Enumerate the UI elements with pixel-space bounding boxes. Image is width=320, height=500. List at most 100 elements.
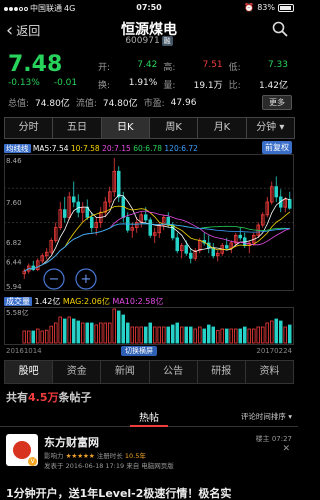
volume-bar <box>193 328 197 344</box>
volume-chart[interactable]: 5.58亿 <box>4 307 294 345</box>
volume-bar <box>81 322 85 344</box>
volume-bar <box>220 328 224 344</box>
candle-body <box>63 209 67 218</box>
volume-bar <box>179 326 184 344</box>
candle-body <box>188 252 193 259</box>
ma-tag[interactable]: 均线线 <box>4 144 31 153</box>
sort-selector[interactable]: 评论时间排序 ▾ <box>241 411 292 422</box>
volume-bar <box>72 318 76 344</box>
volume-bar <box>265 322 269 344</box>
candle-body <box>211 247 215 257</box>
y-tick-label: 6.44 <box>6 258 22 266</box>
volume-bar <box>251 328 256 344</box>
volume-bar <box>233 328 238 344</box>
tab-daily-k[interactable]: 日K <box>100 117 150 139</box>
stock-code: 600971 融 <box>0 36 298 46</box>
volume-bar <box>157 326 161 344</box>
tab-reports[interactable]: 研报 <box>197 361 246 383</box>
volume-bar <box>126 322 130 344</box>
volume-bar <box>117 310 121 344</box>
candle-body <box>238 234 242 239</box>
volume-bar <box>283 326 287 344</box>
ma-line <box>24 194 290 272</box>
tab-weekly-k[interactable]: 周K <box>148 117 199 139</box>
post-card[interactable]: V 东方财富网 影响力 ★★★★★ 注册时长 10.5年 发表于 2016-06… <box>0 430 298 500</box>
info-tabs: 股吧 资金 新闻 公告 研报 资料 <box>4 360 294 384</box>
y-tick-label: 7.60 <box>6 199 22 207</box>
status-bar: 中国联通 4G 07:50 ⏰ 83% <box>0 0 298 16</box>
y-tick-label: 6.82 <box>6 239 22 247</box>
volume-tag[interactable]: 成交量 <box>4 297 32 306</box>
pe-value: 47.96 <box>170 97 197 108</box>
volume-legend: 成交量 1.42亿 MAG:2.06亿 MA10:2.58亿 <box>4 296 163 307</box>
volume-bar <box>67 316 72 344</box>
chevron-down-icon: ▾ <box>279 122 285 133</box>
candle-body <box>175 237 179 252</box>
volume-bar <box>215 330 220 344</box>
margin-badge: 融 <box>161 36 173 46</box>
search-icon[interactable] <box>272 21 288 37</box>
ma5-label: MA5:7.54 <box>32 144 69 153</box>
stock-code-text: 600971 <box>125 36 160 46</box>
ratio-key: 比: <box>228 80 241 91</box>
landscape-button[interactable]: 切换横屏 <box>121 346 157 356</box>
tab-profile[interactable]: 资料 <box>245 361 294 383</box>
candle-body <box>72 196 76 203</box>
volume-bar <box>49 325 54 344</box>
candle-body <box>274 186 278 198</box>
volume-bar <box>40 330 45 344</box>
hot-tab-indicator <box>130 425 168 427</box>
volume-bar <box>269 320 274 344</box>
zoom-out-button[interactable]: − <box>43 268 65 290</box>
volume-bar <box>242 326 247 344</box>
candlestick-chart[interactable]: 8.46 7.60 6.82 6.44 5.94 − + <box>4 154 294 291</box>
mag-label: MAG:2.06亿 <box>62 297 110 306</box>
volume-bar <box>287 324 292 344</box>
volume-bar <box>63 318 67 344</box>
candle-body <box>148 219 152 236</box>
candle-body <box>184 245 188 254</box>
open-value: 7.42 <box>137 59 158 70</box>
volume-bar <box>260 326 265 344</box>
tab-funds[interactable]: 资金 <box>53 361 102 383</box>
volume-value: 19.1万 <box>193 80 223 91</box>
float-cap-key: 流值: <box>75 99 97 109</box>
tab-monthly-k[interactable]: 月K <box>197 117 247 139</box>
tab-minute[interactable]: 分钟 ▾ <box>245 117 295 139</box>
tab-announcements[interactable]: 公告 <box>149 361 198 383</box>
ma10-volume-label: MA10:2.58亿 <box>112 297 164 306</box>
more-button[interactable]: 更多 <box>262 95 292 110</box>
current-price: 7.48 <box>8 52 63 77</box>
tab-minute-label: 分钟 <box>256 122 277 133</box>
volume-bar <box>247 328 251 344</box>
volume-bar <box>108 322 112 344</box>
candle-body <box>76 201 81 213</box>
tab-fenshi[interactable]: 分时 <box>4 117 54 139</box>
volume-bar <box>197 326 202 344</box>
close-icon[interactable]: ✕ <box>282 444 290 454</box>
candle-body <box>287 199 292 209</box>
volume-bar <box>76 320 81 344</box>
volume-bar <box>184 326 188 344</box>
tab-guba[interactable]: 股吧 <box>5 361 54 383</box>
zoom-in-button[interactable]: + <box>75 268 97 290</box>
total-cap-key: 总值: <box>8 99 30 109</box>
battery-icon <box>278 3 294 12</box>
volume-bar <box>170 324 175 344</box>
quote-grid: 开: 7.42 高: 7.51 低: 7.33 换: 1.91% 量: 19.1万 比: 1… <box>98 57 294 93</box>
tab-news[interactable]: 新闻 <box>101 361 150 383</box>
volume-bar <box>274 318 278 344</box>
volume-bar <box>148 322 152 344</box>
post-text[interactable]: 1分钟开户，送1年Level-2极速行情！极名实 <box>6 485 231 500</box>
volume-bar <box>139 326 143 344</box>
candle-body <box>224 245 229 249</box>
volume-bar <box>175 322 179 344</box>
tab-five-day[interactable]: 五日 <box>52 117 102 139</box>
adjust-button[interactable]: 前复权 <box>262 141 292 154</box>
ratio-value: 1.42亿 <box>258 80 288 91</box>
candle-body <box>170 224 175 239</box>
total-cap-value: 74.80亿 <box>35 99 70 109</box>
change-value: -0.01 <box>53 78 78 88</box>
post-author[interactable]: 东方财富网 <box>44 434 99 450</box>
volume-bar <box>188 326 193 344</box>
